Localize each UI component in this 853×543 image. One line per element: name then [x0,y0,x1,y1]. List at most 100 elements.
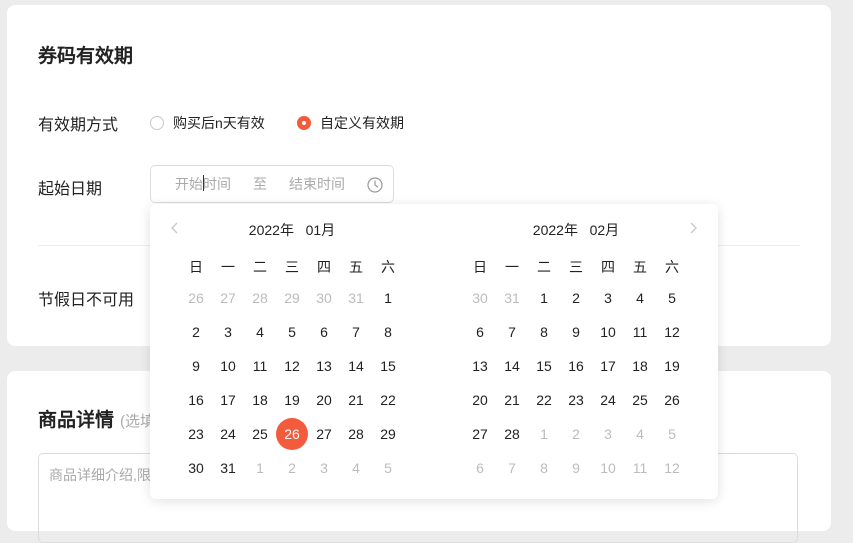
day-cell[interactable]: 11 [624,454,656,488]
day-cell[interactable]: 31 [496,284,528,318]
radio-option-custom[interactable]: 自定义有效期 [297,113,404,133]
day-cell[interactable]: 6 [464,454,496,488]
day-cell[interactable]: 17 [592,352,624,386]
day-cell[interactable]: 5 [656,284,688,318]
day-cell[interactable]: 26 [656,386,688,420]
day-cell[interactable]: 11 [244,352,276,386]
day-cell[interactable]: 22 [528,386,560,420]
day-cell[interactable]: 27 [308,420,340,454]
day-cell[interactable]: 20 [464,386,496,420]
day-grid-right: 30 31 1 2 3 4 5 6 7 8 9 10 11 12 13 14 15 16 17 18 19 20 21 22 2… [464,284,688,488]
day-cell[interactable]: 10 [592,454,624,488]
day-cell[interactable]: 8 [528,454,560,488]
day-cell[interactable]: 23 [560,386,592,420]
day-cell[interactable]: 13 [464,352,496,386]
day-cell[interactable]: 2 [276,454,308,488]
day-cell[interactable]: 16 [560,352,592,386]
day-cell[interactable]: 14 [496,352,528,386]
day-cell[interactable]: 27 [464,420,496,454]
day-cell[interactable]: 10 [592,318,624,352]
chevron-right-icon[interactable] [686,221,700,235]
day-cell[interactable]: 22 [372,386,404,420]
day-cell[interactable]: 11 [624,318,656,352]
weekday-header-left: 日 一 二 三 四 五 六 [180,257,404,277]
end-time-input[interactable]: 结束时间 [289,174,345,194]
day-cell[interactable]: 29 [372,420,404,454]
day-cell[interactable]: 18 [624,352,656,386]
day-cell[interactable]: 2 [180,318,212,352]
day-cell[interactable]: 20 [308,386,340,420]
day-cell[interactable]: 5 [276,318,308,352]
day-cell[interactable]: 3 [592,284,624,318]
day-cell[interactable]: 25 [624,386,656,420]
day-cell[interactable]: 23 [180,420,212,454]
day-cell[interactable]: 8 [528,318,560,352]
day-cell[interactable]: 13 [308,352,340,386]
day-cell[interactable]: 12 [656,454,688,488]
weekday: 一 [221,259,235,275]
day-cell[interactable]: 4 [244,318,276,352]
date-range-picker: 2022年 01月 日 一 二 三 四 五 六 26 27 28 29 30 31 1 2 3 4… [150,204,718,499]
day-cell[interactable]: 17 [212,386,244,420]
day-cell[interactable]: 28 [244,284,276,318]
clock-icon[interactable] [367,177,383,193]
day-cell[interactable]: 4 [340,454,372,488]
day-cell[interactable]: 31 [340,284,372,318]
day-cell[interactable]: 24 [592,386,624,420]
day-cell[interactable]: 5 [656,420,688,454]
day-cell[interactable]: 27 [212,284,244,318]
day-cell[interactable]: 18 [244,386,276,420]
day-cell[interactable]: 30 [464,284,496,318]
day-cell[interactable]: 10 [212,352,244,386]
day-cell[interactable]: 4 [624,284,656,318]
day-cell[interactable]: 1 [528,420,560,454]
day-cell[interactable]: 2 [560,284,592,318]
day-cell[interactable]: 1 [528,284,560,318]
day-cell[interactable]: 3 [212,318,244,352]
radio-option-after-purchase[interactable]: 购买后n天有效 [150,113,265,133]
day-cell[interactable]: 1 [244,454,276,488]
radio-checked-icon [297,116,311,130]
day-cell[interactable]: 6 [464,318,496,352]
day-cell[interactable]: 28 [496,420,528,454]
day-cell[interactable]: 7 [340,318,372,352]
month-title-right: 2022年 02月 [532,222,620,238]
day-cell[interactable]: 28 [340,420,372,454]
start-time-input[interactable]: 开始时间 [175,174,231,194]
day-cell[interactable]: 7 [496,454,528,488]
date-range-input[interactable]: 开始时间 至 结束时间 [150,165,394,203]
day-cell[interactable]: 24 [212,420,244,454]
day-cell[interactable]: 15 [372,352,404,386]
day-cell[interactable]: 14 [340,352,372,386]
day-cell[interactable]: 9 [180,352,212,386]
day-cell[interactable]: 31 [212,454,244,488]
day-cell[interactable]: 15 [528,352,560,386]
day-cell[interactable]: 25 [244,420,276,454]
day-cell[interactable]: 9 [560,318,592,352]
weekday: 三 [285,259,299,275]
day-cell[interactable]: 5 [372,454,404,488]
day-cell[interactable]: 3 [308,454,340,488]
day-cell[interactable]: 21 [340,386,372,420]
day-cell[interactable]: 12 [656,318,688,352]
day-cell[interactable]: 19 [276,386,308,420]
day-cell[interactable]: 16 [180,386,212,420]
day-cell[interactable]: 21 [496,386,528,420]
day-cell[interactable]: 19 [656,352,688,386]
day-cell[interactable]: 4 [624,420,656,454]
day-cell[interactable]: 2 [560,420,592,454]
day-cell-selected[interactable]: 26 [276,418,308,454]
day-cell[interactable]: 26 [180,284,212,318]
day-cell[interactable]: 30 [308,284,340,318]
day-cell[interactable]: 29 [276,284,308,318]
day-cell[interactable]: 9 [560,454,592,488]
day-cell[interactable]: 12 [276,352,308,386]
start-date-label: 起始日期 [38,181,103,198]
day-cell[interactable]: 8 [372,318,404,352]
product-details-title: 商品详情 [38,410,115,431]
day-cell[interactable]: 1 [372,284,404,318]
day-cell[interactable]: 7 [496,318,528,352]
day-cell[interactable]: 30 [180,454,212,488]
day-cell[interactable]: 6 [308,318,340,352]
day-cell[interactable]: 3 [592,420,624,454]
